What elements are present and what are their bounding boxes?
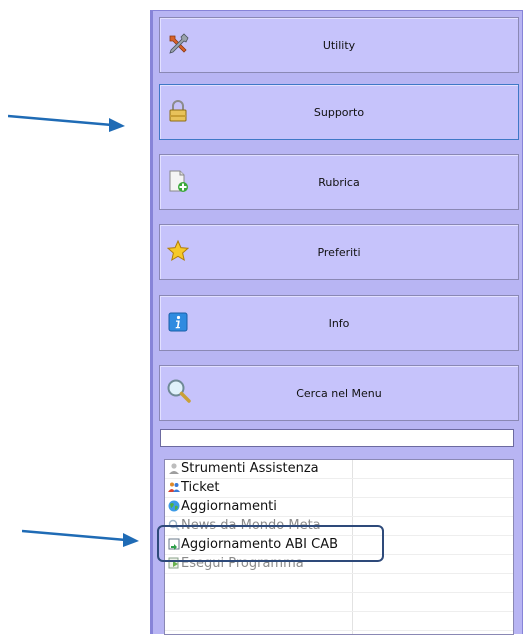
run-icon (168, 557, 180, 569)
rubrica-button-label: Rubrica (318, 175, 360, 189)
search-input[interactable] (160, 429, 514, 447)
list-item-label: Ticket (181, 480, 220, 495)
list-row-empty (165, 574, 513, 593)
list-row-empty (165, 593, 513, 612)
list-row-empty (165, 612, 513, 631)
list-item-strumenti-assistenza[interactable]: Strumenti Assistenza (165, 460, 513, 479)
annotation-arrow-abi-cab (22, 529, 139, 547)
globe-icon (168, 500, 180, 512)
preferiti-button-label: Preferiti (317, 245, 361, 259)
list-item-label: Strumenti Assistenza (181, 461, 319, 476)
supporto-button-label: Supporto (313, 105, 365, 119)
utility-button-label: Utility (322, 38, 356, 52)
cerca-nel-menu-button[interactable]: Cerca nel Menu (159, 365, 519, 421)
menu-results-list: Strumenti Assistenza Ticket Aggiornament… (164, 459, 514, 635)
list-item-aggiornamenti[interactable]: Aggiornamenti (165, 498, 513, 517)
list-item-esegui-programma[interactable]: Esegui Programma (165, 555, 513, 574)
supporto-button[interactable]: Supporto (159, 84, 519, 140)
menu-panel: Utility Supporto Rubrica Preferiti Info … (150, 10, 523, 635)
list-item-label: Aggiornamento ABI CAB (181, 537, 339, 552)
rubrica-button[interactable]: Rubrica (159, 154, 519, 210)
list-item-label: Esegui Programma (181, 556, 304, 571)
people-icon (168, 481, 180, 493)
support-person-icon (168, 462, 180, 474)
list-item-label: Aggiornamenti (181, 499, 277, 514)
list-item-ticket[interactable]: Ticket (165, 479, 513, 498)
list-row-empty (165, 631, 513, 634)
list-item-label: News da Mondo Meta (181, 518, 321, 533)
update-icon (168, 538, 180, 550)
utility-button[interactable]: Utility (159, 17, 519, 73)
list-item-aggiornamento-abi-cab[interactable]: Aggiornamento ABI CAB (165, 536, 513, 555)
info-button-label: Info (328, 316, 350, 330)
list-item-news-da-mondo-meta[interactable]: News da Mondo Meta (165, 517, 513, 536)
info-button[interactable]: Info (159, 295, 519, 351)
cerca-nel-menu-button-label: Cerca nel Menu (296, 386, 382, 400)
annotation-arrow-supporto (8, 114, 125, 132)
news-icon (168, 519, 180, 531)
preferiti-button[interactable]: Preferiti (159, 224, 519, 280)
